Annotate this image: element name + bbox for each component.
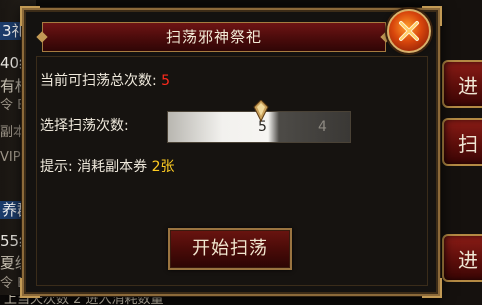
slider-thumb-icon[interactable] xyxy=(253,99,269,123)
close-button[interactable] xyxy=(387,9,431,53)
start-sweep-button[interactable]: 开始扫荡 xyxy=(168,228,292,270)
side-action-button[interactable]: 进 xyxy=(442,234,482,282)
frame-corner xyxy=(20,6,40,26)
remaining-count-row: 当前可扫荡总次数: 5 xyxy=(40,72,170,90)
bg-fragment: 养群 xyxy=(0,201,22,219)
game-screen: 3礼 40级 有权 令 E 副本 VIP 养群 55级 夏级 令 E 进 扫 进… xyxy=(0,0,482,305)
select-count-label: 选择扫荡次数: xyxy=(40,118,129,134)
remaining-count-value: 5 xyxy=(161,73,171,89)
remaining-count-label: 当前可扫荡总次数: xyxy=(40,73,157,89)
slider-max-value: 4 xyxy=(318,119,327,135)
close-x-icon xyxy=(399,21,419,41)
sweep-dialog: 扫荡邪神祭祀 当前可扫荡总次数: 5 选择扫荡次数: 5 4 提示: 消耗副本券… xyxy=(20,6,442,298)
background-bottom-text: 上当天次数 2 进入消耗数量 xyxy=(0,295,440,305)
hint-row: 提示: 消耗副本券 2张 xyxy=(40,158,175,176)
bg-fragment: 3礼 xyxy=(0,22,22,40)
hint-label: 提示: 消耗副本券 xyxy=(40,159,148,175)
dialog-title-bar: 扫荡邪神祭祀 xyxy=(36,22,392,52)
side-action-button[interactable]: 进 xyxy=(442,60,482,108)
side-action-button[interactable]: 扫 xyxy=(442,118,482,166)
title-ornament-icon xyxy=(36,31,48,43)
hint-ticket-count: 2张 xyxy=(151,159,175,175)
dialog-title: 扫荡邪神祭祀 xyxy=(165,28,262,46)
